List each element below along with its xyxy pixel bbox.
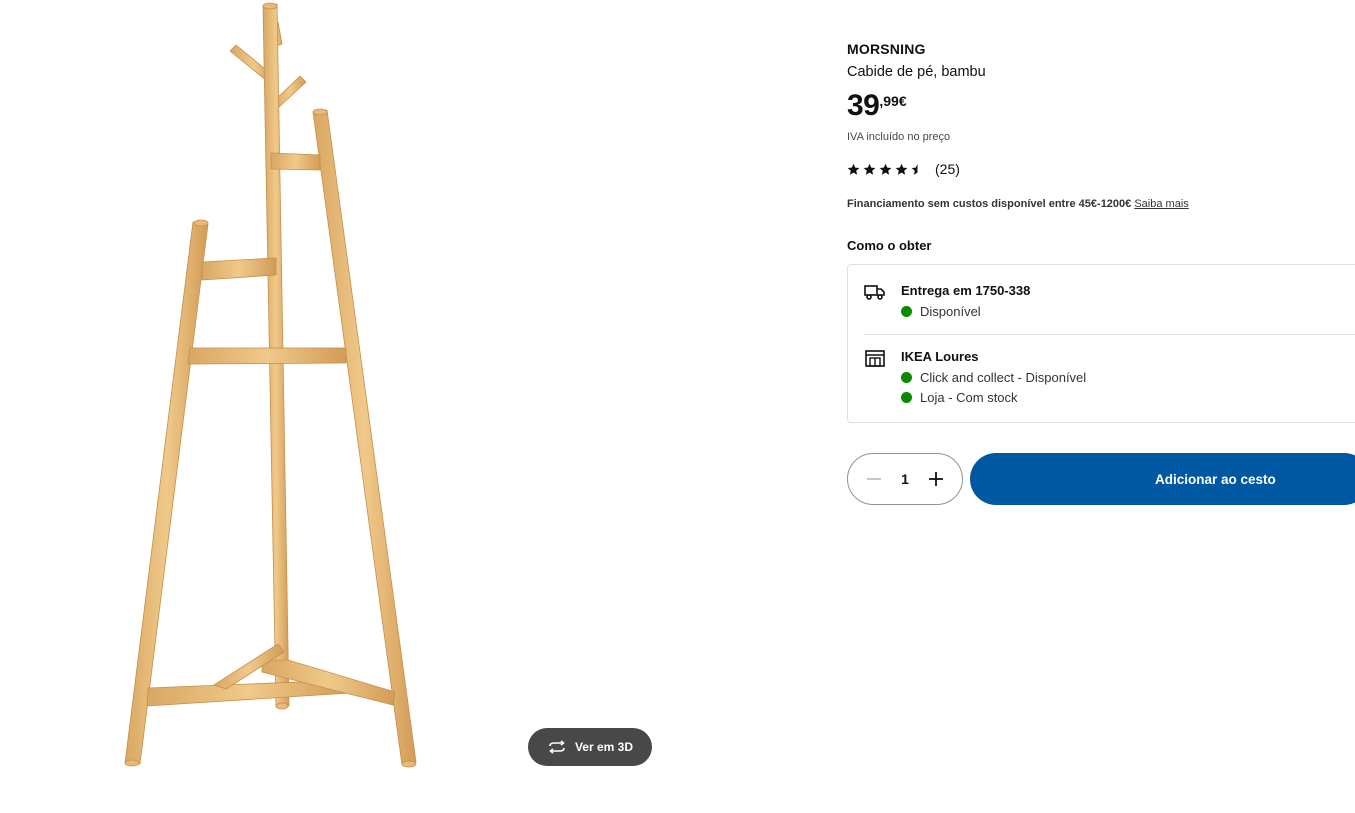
star-full-icon [895,163,908,175]
price-integer: 39 [847,89,880,122]
quantity-value[interactable]: 1 [901,471,909,487]
truck-icon [864,285,885,300]
view-3d-label: Ver em 3D [574,740,634,754]
view-3d-button[interactable]: Ver em 3D [528,728,652,766]
decrease-quantity-button[interactable] [864,469,884,489]
financing-text: Financiamento sem custos disponível entr… [847,198,1132,210]
delivery-status: Disponível [901,304,981,319]
product-gallery: Ver em 3D [0,0,700,813]
quantity-stepper: 1 [847,453,963,505]
increase-quantity-button[interactable] [926,469,946,489]
financing-learn-more-link[interactable]: Saiba mais [1134,198,1188,210]
store-status-stock: Loja - Com stock [901,390,1018,405]
star-full-icon [863,163,876,175]
plus-icon [928,472,943,486]
how-to-get-heading: Como o obter [847,238,932,253]
status-dot-icon [901,306,912,317]
rotate-3d-icon [549,740,565,754]
product-name: MORSNING [847,41,926,57]
status-dot-icon [901,372,912,383]
store-title: IKEA Loures [901,349,979,364]
store-option[interactable]: IKEA Loures Click and collect - Disponív… [864,347,1355,407]
financing-note: Financiamento sem custos disponível entr… [847,198,1189,210]
delivery-status-text: Disponível [920,304,981,319]
star-half-icon [911,163,924,175]
price-currency: € [898,93,907,109]
add-to-cart-button[interactable]: Adicionar ao cesto [970,453,1355,505]
star-full-icon [847,163,860,175]
availability-box: Entrega em 1750-338 Disponível IKEA Lour… [847,264,1355,423]
product-description: Cabide de pé, bambu [847,64,986,80]
minus-icon [867,478,881,480]
delivery-option[interactable]: Entrega em 1750-338 Disponível [864,281,1355,335]
rating-summary[interactable]: (25) [847,161,960,177]
store-status-text: Click and collect - Disponível [920,370,1087,385]
store-status-text: Loja - Com stock [920,390,1018,405]
price-decimal: ,99 [879,93,899,109]
product-price: 39 ,99 € [847,88,907,124]
status-dot-icon [901,392,912,403]
store-status-click-collect: Click and collect - Disponível [901,370,1086,385]
delivery-title: Entrega em 1750-338 [901,283,1031,298]
star-full-icon [879,163,892,175]
product-image [124,2,417,768]
store-icon [865,350,885,367]
review-count: (25) [935,161,960,177]
product-info: MORSNING Cabide de pé, bambu 39 ,99 € IV… [847,0,1355,813]
vat-note: IVA incluído no preço [847,131,951,143]
